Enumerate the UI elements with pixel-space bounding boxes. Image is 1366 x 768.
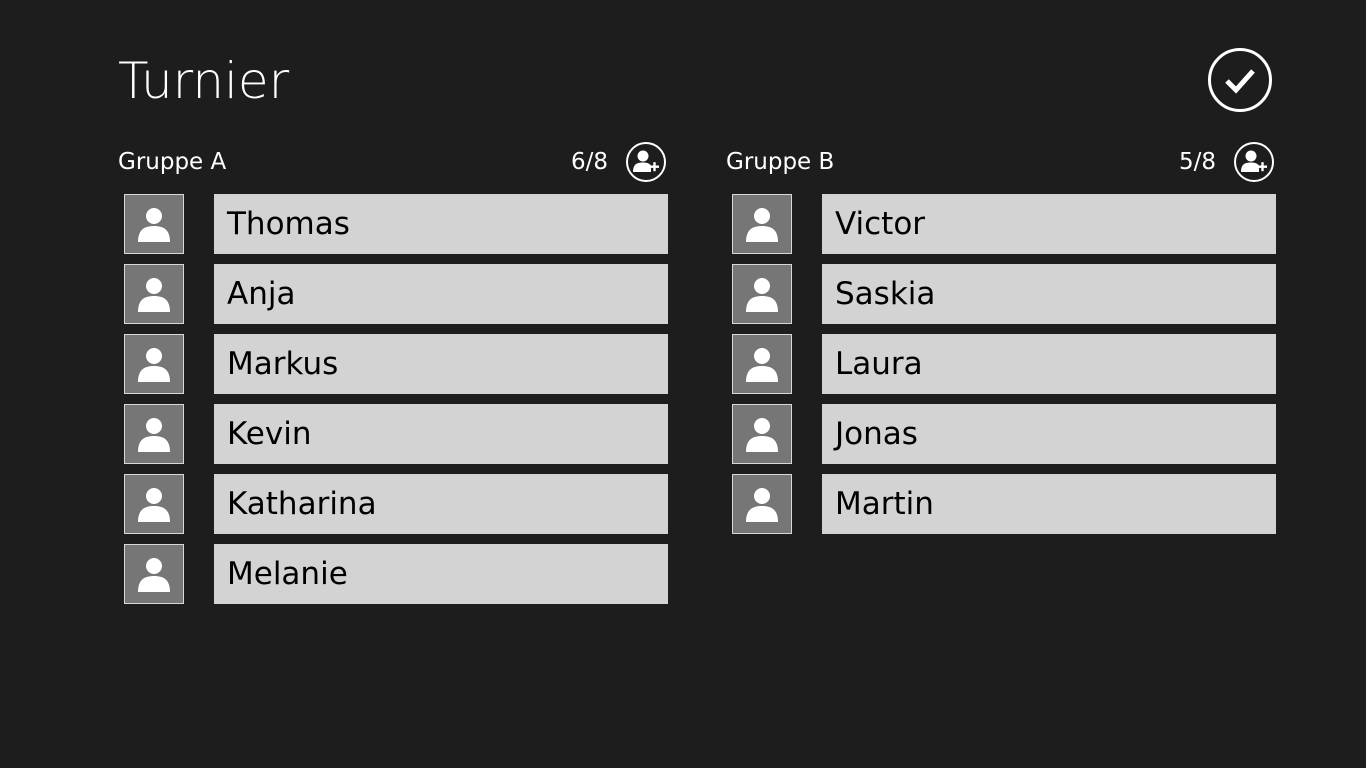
player-name-field[interactable]: Melanie xyxy=(214,544,668,604)
person-icon xyxy=(746,348,778,382)
group-header: Gruppe A 6/8 xyxy=(118,140,674,184)
player-row: Anja xyxy=(118,264,674,324)
avatar[interactable] xyxy=(124,194,184,254)
player-row: Laura xyxy=(726,334,1282,394)
player-row: Victor xyxy=(726,194,1282,254)
player-name-field[interactable]: Martin xyxy=(822,474,1276,534)
player-name-field[interactable]: Markus xyxy=(214,334,668,394)
player-name-field[interactable]: Saskia xyxy=(822,264,1276,324)
player-row: Markus xyxy=(118,334,674,394)
group-b: Gruppe B 5/8 Victor Saskia Laura Jonas M… xyxy=(726,140,1282,534)
person-icon xyxy=(138,418,170,452)
player-row: Thomas xyxy=(118,194,674,254)
group-title: Gruppe B xyxy=(726,149,835,175)
confirm-button[interactable] xyxy=(1208,48,1272,112)
player-row: Kevin xyxy=(118,404,674,464)
avatar[interactable] xyxy=(124,474,184,534)
player-name-field[interactable]: Anja xyxy=(214,264,668,324)
avatar[interactable] xyxy=(124,264,184,324)
person-icon xyxy=(746,278,778,312)
add-player-button[interactable] xyxy=(1234,142,1274,182)
person-icon xyxy=(138,348,170,382)
player-name-field[interactable]: Kevin xyxy=(214,404,668,464)
player-row: Katharina xyxy=(118,474,674,534)
player-row: Melanie xyxy=(118,544,674,604)
player-name-field[interactable]: Katharina xyxy=(214,474,668,534)
group-count: 6/8 xyxy=(570,149,608,175)
player-row: Martin xyxy=(726,474,1282,534)
checkmark-icon xyxy=(1225,69,1255,94)
player-name-field[interactable]: Victor xyxy=(822,194,1276,254)
avatar[interactable] xyxy=(732,264,792,324)
group-a: Gruppe A 6/8 Thomas Anja Markus Kevin Ka… xyxy=(118,140,674,604)
avatar[interactable] xyxy=(124,544,184,604)
add-player-button[interactable] xyxy=(626,142,666,182)
group-count: 5/8 xyxy=(1178,149,1216,175)
avatar[interactable] xyxy=(732,404,792,464)
avatar[interactable] xyxy=(732,194,792,254)
person-icon xyxy=(138,208,170,242)
person-icon xyxy=(138,558,170,592)
person-icon xyxy=(138,488,170,522)
player-name-field[interactable]: Thomas xyxy=(214,194,668,254)
person-icon xyxy=(138,278,170,312)
avatar[interactable] xyxy=(124,404,184,464)
person-icon xyxy=(746,418,778,452)
group-header: Gruppe B 5/8 xyxy=(726,140,1282,184)
player-list: Thomas Anja Markus Kevin Katharina Melan… xyxy=(118,194,674,614)
add-user-icon xyxy=(633,150,659,172)
person-icon xyxy=(746,208,778,242)
page: Turnier Gruppe A 6/8 Thomas Anja Markus … xyxy=(0,0,1366,768)
person-icon xyxy=(746,488,778,522)
avatar[interactable] xyxy=(732,334,792,394)
page-title: Turnier xyxy=(118,52,290,110)
group-title: Gruppe A xyxy=(118,149,227,175)
player-name-field[interactable]: Laura xyxy=(822,334,1276,394)
player-row: Jonas xyxy=(726,404,1282,464)
player-row: Saskia xyxy=(726,264,1282,324)
avatar[interactable] xyxy=(732,474,792,534)
add-user-icon xyxy=(1241,150,1267,172)
player-list: Victor Saskia Laura Jonas Martin xyxy=(726,194,1282,544)
avatar[interactable] xyxy=(124,334,184,394)
player-name-field[interactable]: Jonas xyxy=(822,404,1276,464)
